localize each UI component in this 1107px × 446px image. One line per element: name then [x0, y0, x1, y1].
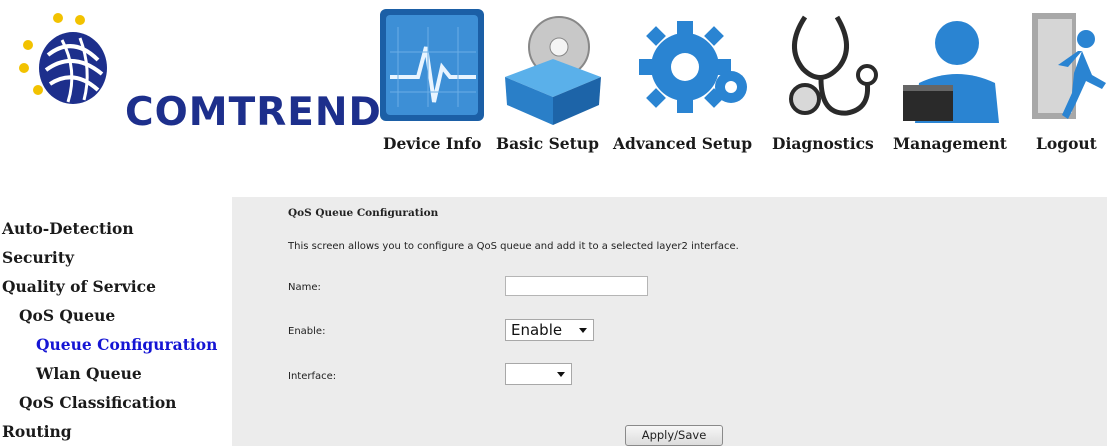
- page-title: QoS Queue Configuration: [288, 207, 439, 219]
- nav-device-info[interactable]: Device Info: [383, 134, 481, 153]
- apply-save-button[interactable]: Apply/Save: [625, 425, 723, 446]
- sidebar-item-qos-queue[interactable]: QoS Queue: [19, 306, 115, 325]
- nav-advanced-setup[interactable]: Advanced Setup: [613, 134, 752, 153]
- name-label: Name:: [288, 282, 321, 293]
- enable-select[interactable]: Enable: [505, 319, 594, 341]
- advanced-setup-icon[interactable]: [635, 7, 753, 131]
- chevron-down-icon: [557, 372, 565, 377]
- interface-label: Interface:: [288, 371, 337, 382]
- nav-logout[interactable]: Logout: [1036, 134, 1097, 153]
- diagnostics-icon[interactable]: [775, 7, 885, 131]
- interface-select[interactable]: [505, 363, 572, 385]
- nav-diagnostics[interactable]: Diagnostics: [772, 134, 874, 153]
- nav-basic-setup[interactable]: Basic Setup: [496, 134, 599, 153]
- sidebar-item-routing[interactable]: Routing: [2, 422, 72, 441]
- logo-swirl-icon: [19, 13, 107, 104]
- sidebar-item-auto-detection[interactable]: Auto-Detection: [2, 219, 134, 238]
- logo-wordmark: COMTREND: [125, 90, 382, 135]
- sidebar-item-qos-classification[interactable]: QoS Classification: [19, 393, 176, 412]
- enable-select-value: Enable: [511, 321, 563, 339]
- sidebar-item-security[interactable]: Security: [2, 248, 74, 267]
- sidebar: Auto-Detection Security Quality of Servi…: [0, 197, 232, 446]
- nav-management[interactable]: Management: [893, 134, 1007, 153]
- page-description: This screen allows you to configure a Qo…: [288, 241, 739, 252]
- basic-setup-icon[interactable]: [493, 7, 611, 131]
- name-input[interactable]: [505, 276, 648, 296]
- logout-icon[interactable]: [1028, 7, 1107, 131]
- comtrend-logo: COMTREND: [10, 8, 382, 148]
- sidebar-item-wlan-queue[interactable]: Wlan Queue: [36, 364, 142, 383]
- header: COMTREND Device Info Basic Setup Advance…: [0, 0, 1107, 197]
- chevron-down-icon: [579, 328, 587, 333]
- device-info-icon[interactable]: [378, 7, 488, 131]
- sidebar-item-queue-configuration[interactable]: Queue Configuration: [36, 335, 217, 354]
- sidebar-item-quality-of-service[interactable]: Quality of Service: [2, 277, 156, 296]
- enable-label: Enable:: [288, 326, 326, 337]
- main-panel: [232, 197, 1107, 446]
- management-icon[interactable]: [895, 7, 1005, 131]
